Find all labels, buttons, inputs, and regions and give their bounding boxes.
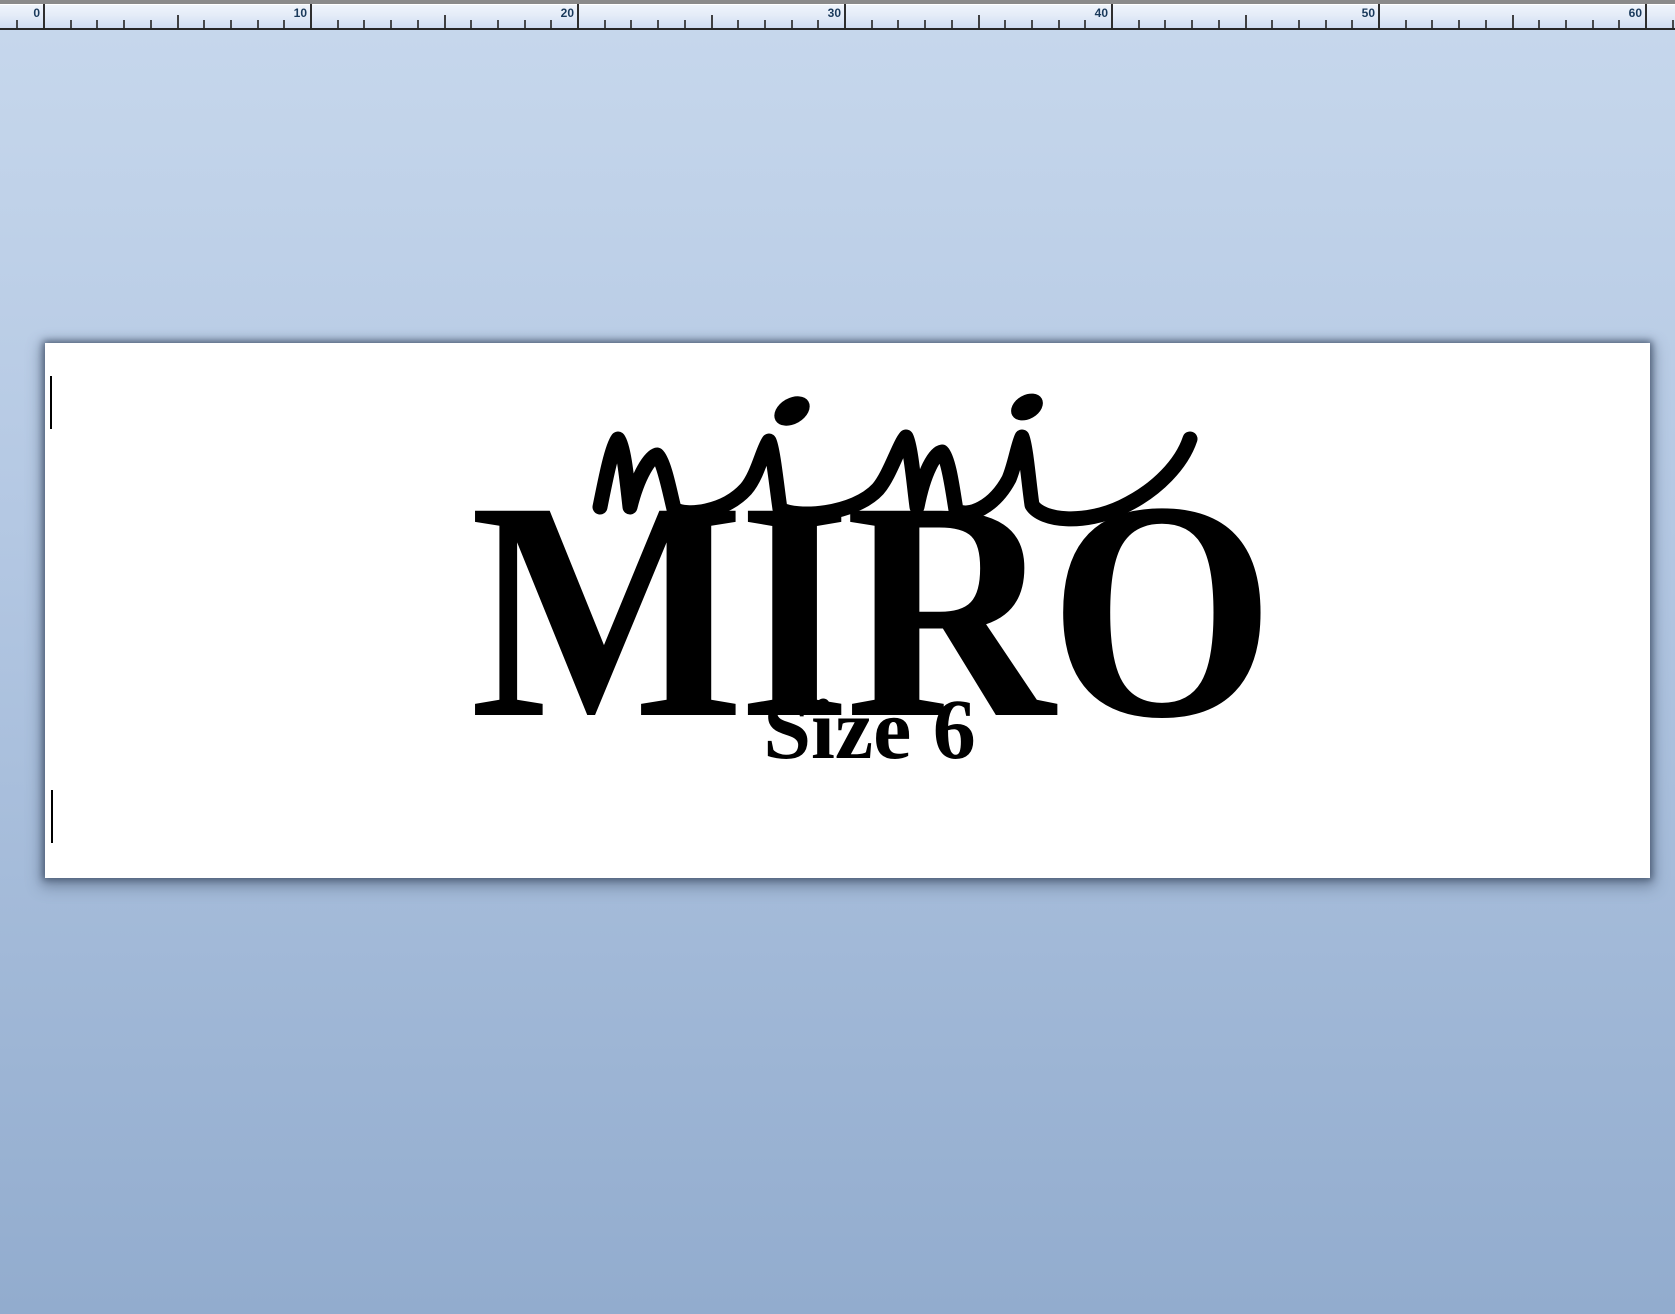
ruler-tick — [203, 20, 205, 28]
ruler-tick — [524, 20, 526, 28]
ruler-tick — [1191, 20, 1193, 28]
ruler-tick — [444, 15, 446, 28]
ruler-number: 40 — [1068, 6, 1108, 20]
ruler-tick — [1245, 15, 1247, 28]
ruler-tick — [1618, 20, 1620, 28]
ruler-tick — [1538, 20, 1540, 28]
ruler-tick — [1405, 20, 1407, 28]
ruler-tick — [657, 20, 659, 28]
ruler-tick — [684, 20, 686, 28]
ruler-tick — [363, 20, 365, 28]
ruler-tick — [1031, 20, 1033, 28]
ruler-tick — [1058, 20, 1060, 28]
ruler-tick — [1672, 20, 1674, 28]
ruler-tick — [70, 20, 72, 28]
ruler-tick — [577, 4, 579, 28]
text-cursor-mark-bottom — [51, 790, 53, 843]
horizontal-ruler[interactable]: 0 10 20 30 40 50 60 — [0, 0, 1675, 30]
ruler-tick — [1271, 20, 1273, 28]
ruler-tick — [43, 4, 45, 28]
ruler-tick — [1004, 20, 1006, 28]
ruler-tick — [737, 20, 739, 28]
ruler-tick — [604, 20, 606, 28]
ruler-top-band — [0, 0, 1675, 5]
ruler-tick — [16, 20, 18, 28]
ruler-tick — [1458, 20, 1460, 28]
ruler-tick — [177, 15, 179, 28]
ruler-tick — [630, 20, 632, 28]
ruler-tick — [1645, 4, 1647, 28]
size-text[interactable]: Size 6 — [67, 686, 1672, 772]
ruler-tick — [1298, 20, 1300, 28]
ruler-tick — [123, 20, 125, 28]
ruler-tick — [1485, 20, 1487, 28]
ruler-tick — [764, 20, 766, 28]
ruler-tick — [1592, 20, 1594, 28]
ruler-tick — [283, 20, 285, 28]
ruler-number: 60 — [1602, 6, 1642, 20]
ruler-tick — [1431, 20, 1433, 28]
ruler-tick — [924, 20, 926, 28]
label-card[interactable]: MIRO Size 6 — [45, 343, 1650, 878]
ruler-tick — [817, 20, 819, 28]
ruler-tick — [390, 20, 392, 28]
ruler-tick — [1111, 4, 1113, 28]
ruler-tick — [1351, 20, 1353, 28]
ruler-tick — [711, 15, 713, 28]
ruler-tick — [1512, 15, 1514, 28]
ruler-tick — [978, 15, 980, 28]
ruler-tick — [1378, 4, 1380, 28]
ruler-tick — [951, 20, 953, 28]
ruler-number: 30 — [801, 6, 841, 20]
ruler-number: 50 — [1335, 6, 1375, 20]
ruler-tick — [310, 4, 312, 28]
design-canvas[interactable]: MIRO Size 6 — [0, 30, 1675, 1314]
ruler-tick — [257, 20, 259, 28]
ruler-tick — [1138, 20, 1140, 28]
i-dot — [1006, 388, 1047, 426]
ruler-tick — [1565, 20, 1567, 28]
ruler-tick — [1325, 20, 1327, 28]
ruler-tick — [337, 20, 339, 28]
ruler-tick — [497, 20, 499, 28]
ruler-tick — [871, 20, 873, 28]
ruler-tick — [791, 20, 793, 28]
ruler-tick — [844, 4, 846, 28]
ruler-tick — [230, 20, 232, 28]
ruler-tick — [96, 20, 98, 28]
ruler-tick — [1084, 20, 1086, 28]
ruler-tick — [1218, 20, 1220, 28]
text-cursor-mark-top — [50, 376, 52, 429]
ruler-number: 0 — [0, 6, 40, 20]
ruler-tick — [417, 20, 419, 28]
ruler-number: 20 — [534, 6, 574, 20]
ruler-tick — [550, 20, 552, 28]
i-dot — [769, 390, 815, 432]
ruler-tick — [897, 20, 899, 28]
ruler-number: 10 — [267, 6, 307, 20]
ruler-tick — [150, 20, 152, 28]
ruler-tick — [1164, 20, 1166, 28]
ruler-tick — [470, 20, 472, 28]
